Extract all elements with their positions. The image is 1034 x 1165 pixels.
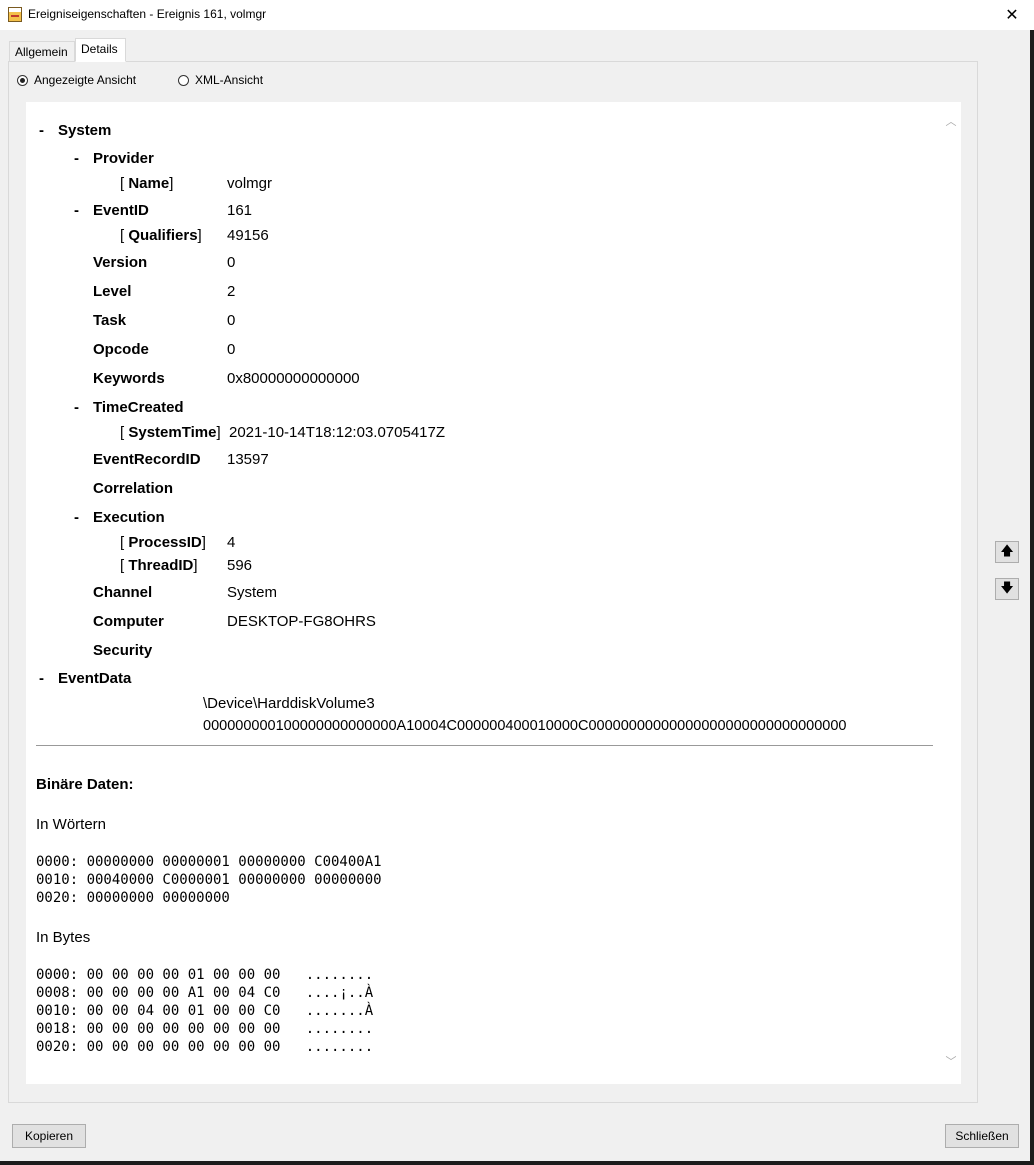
value-level: 2: [227, 283, 236, 300]
copy-button[interactable]: Kopieren: [12, 1124, 86, 1148]
window-edge-right: [1030, 30, 1034, 1161]
value-channel: System: [227, 584, 278, 601]
node-eventdata: EventData: [58, 670, 132, 687]
node-opcode: Opcode: [93, 341, 149, 358]
attr-processid: [ ProcessID]: [120, 534, 206, 551]
attr-qualifiers: [ Qualifiers]: [120, 227, 202, 244]
radio-selected-icon: [17, 74, 28, 86]
attr-name: [ Name]: [120, 175, 174, 192]
collapse-eventid-toggle[interactable]: -: [74, 202, 79, 219]
binary-data-title: Binäre Daten:: [36, 776, 134, 793]
next-event-button[interactable]: 🡇: [995, 578, 1019, 600]
words-label: In Wörtern: [36, 816, 107, 833]
collapse-execution-toggle[interactable]: -: [74, 509, 79, 526]
value-threadid: 596: [227, 557, 253, 574]
value-eventrecordid: 13597: [227, 451, 269, 468]
attr-threadid-label: ThreadID: [128, 557, 194, 574]
node-keywords: Keywords: [93, 370, 165, 387]
node-eventrecordid: EventRecordID: [93, 451, 201, 468]
value-processid: 4: [227, 534, 236, 551]
value-version: 0: [227, 254, 236, 271]
event-viewer-icon: [8, 7, 22, 22]
tab-allgemein[interactable]: Allgemein: [9, 41, 75, 61]
words-hex-dump: 0000: 00000000 00000001 00000000 C00400A…: [36, 854, 382, 906]
node-computer: Computer: [93, 613, 164, 630]
scroll-down-icon[interactable]: ﹀: [945, 1056, 957, 1068]
window-edge-bottom: [0, 1161, 1034, 1165]
node-eventid: EventID: [93, 202, 149, 219]
collapse-timecreated-toggle[interactable]: -: [74, 399, 79, 416]
close-button[interactable]: Schließen: [945, 1124, 1019, 1148]
radio-friendly-label: Angezeigte Ansicht: [34, 73, 137, 87]
eventdata-line-1: \Device\HarddiskVolume3: [203, 695, 375, 712]
bytes-label: In Bytes: [36, 929, 91, 946]
radio-unselected-icon: [178, 74, 189, 86]
node-system: System: [58, 122, 112, 139]
title-bar: Ereigniseigenschaften - Ereignis 161, vo…: [0, 0, 1034, 30]
value-name: volmgr: [227, 175, 273, 192]
node-security: Security: [93, 642, 153, 659]
collapse-eventdata-toggle[interactable]: -: [39, 670, 44, 687]
event-details-content[interactable]: ︿ ﹀ - System - Provider [ Name] volmgr -…: [26, 102, 961, 1084]
tab-details[interactable]: Details: [75, 38, 126, 62]
collapse-provider-toggle[interactable]: -: [74, 150, 79, 167]
attr-processid-label: ProcessID: [128, 534, 202, 551]
radio-friendly-view[interactable]: Angezeigte Ansicht: [17, 73, 136, 87]
node-channel: Channel: [93, 584, 153, 601]
collapse-system-toggle[interactable]: -: [39, 122, 44, 139]
bytes-hex-dump: 0000: 00 00 00 00 01 00 00 00 ........ 0…: [36, 967, 374, 1055]
close-icon[interactable]: ✕: [1000, 3, 1024, 27]
value-systemtime: 2021-10-14T18:12:03.0705417Z: [229, 424, 446, 441]
radio-xml-view[interactable]: XML-Ansicht: [178, 73, 263, 87]
attr-qualifiers-label: Qualifiers: [128, 227, 198, 244]
scroll-up-icon[interactable]: ︿: [945, 116, 957, 128]
value-keywords: 0x80000000000000: [227, 370, 360, 387]
node-version: Version: [93, 254, 148, 271]
node-task: Task: [93, 312, 127, 329]
attr-threadid: [ ThreadID]: [120, 557, 198, 574]
attr-name-label: Name: [128, 175, 170, 192]
divider: [36, 745, 933, 746]
value-task: 0: [227, 312, 236, 329]
eventdata-line-2: 000000000100000000000000A10004C000000400…: [203, 718, 847, 734]
node-level: Level: [93, 283, 132, 300]
value-computer: DESKTOP-FG8OHRS: [227, 613, 376, 630]
value-opcode: 0: [227, 341, 236, 358]
attr-systemtime-label: SystemTime: [128, 424, 217, 441]
node-correlation: Correlation: [93, 480, 174, 497]
node-provider: Provider: [93, 150, 154, 167]
window-title: Ereigniseigenschaften - Ereignis 161, vo…: [28, 7, 267, 21]
value-eventid: 161: [227, 202, 253, 219]
value-qualifiers: 49156: [227, 227, 269, 244]
attr-systemtime: [ SystemTime]: [120, 424, 221, 441]
node-timecreated: TimeCreated: [93, 399, 184, 416]
node-execution: Execution: [93, 509, 165, 526]
previous-event-button[interactable]: 🡅: [995, 541, 1019, 563]
radio-xml-label: XML-Ansicht: [195, 73, 264, 87]
